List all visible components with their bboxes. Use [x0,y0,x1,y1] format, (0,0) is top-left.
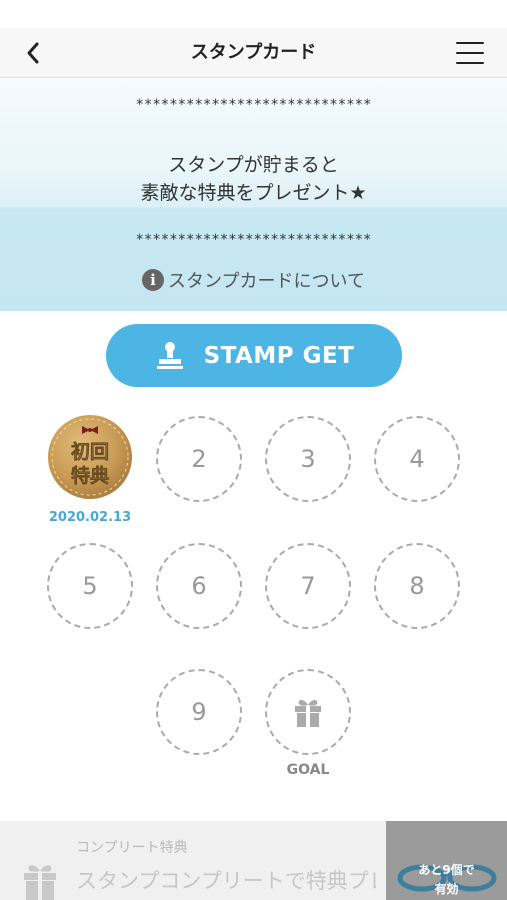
stamp-get-button[interactable]: STAMP GET [106,324,402,387]
stamp-slot: 8 [374,543,460,629]
stamp-slot-1-stamped: 初回 特典 [47,414,133,500]
stamp-slot: 6 [156,543,242,629]
about-stamp-card-label: スタンプカードについて [168,271,365,292]
info-icon: i [142,269,165,291]
hamburger-menu-icon[interactable] [453,38,487,68]
first-bonus-line1: 初回 [71,440,109,463]
header-bar: スタンプカード [0,28,507,78]
stamp-slot: 4 [374,416,460,502]
goal-label: GOAL [286,762,330,778]
stamp-slot: 7 [265,543,351,629]
status-bar-area [0,0,507,28]
banner-decoration-bottom: **************************** [135,232,372,248]
gift-icon [24,865,56,900]
banner-message: スタンプが貯まると 素敵な特典をプレゼント★ [0,151,507,207]
info-banner: **************************** スタンプが貯まると 素… [0,79,507,311]
remaining-count-line1: あと9個で [418,863,475,877]
stamp-get-label: STAMP GET [203,342,355,369]
complete-bonus-title: コンプリート特典 [76,840,188,856]
remaining-count-badge: あと9個で 有効 [386,861,507,899]
complete-bonus-text: スタンプコンプリートで特典プレゼント [76,869,376,893]
stamp-date: 2020.02.13 [48,510,132,525]
stamp-slot: 2 [156,416,242,502]
complete-bonus-bar[interactable]: コンプリート特典 スタンプコンプリートで特典プレゼント あと9個で 有効 [0,821,507,900]
banner-message-line2: 素敵な特典をプレゼント★ [140,182,367,204]
remaining-count-line2: 有効 [434,882,459,896]
banner-message-line1: スタンプが貯まると [168,154,339,176]
stamp-icon [156,341,183,369]
about-stamp-card-link[interactable]: i スタンプカードについて [0,267,507,293]
stamp-slot: 3 [265,416,351,502]
first-bonus-stamp-icon: 初回 特典 [48,415,132,499]
stamp-slot: 5 [47,543,133,629]
first-bonus-line2: 特典 [71,464,109,487]
stamp-slot-goal [265,669,351,755]
gift-icon [295,700,321,727]
complete-bonus-thumbnail: あと9個で 有効 [386,821,507,900]
page-title: スタンプカード [190,42,317,63]
banner-decoration-top: **************************** [135,97,372,113]
stamp-slot: 9 [156,669,242,755]
